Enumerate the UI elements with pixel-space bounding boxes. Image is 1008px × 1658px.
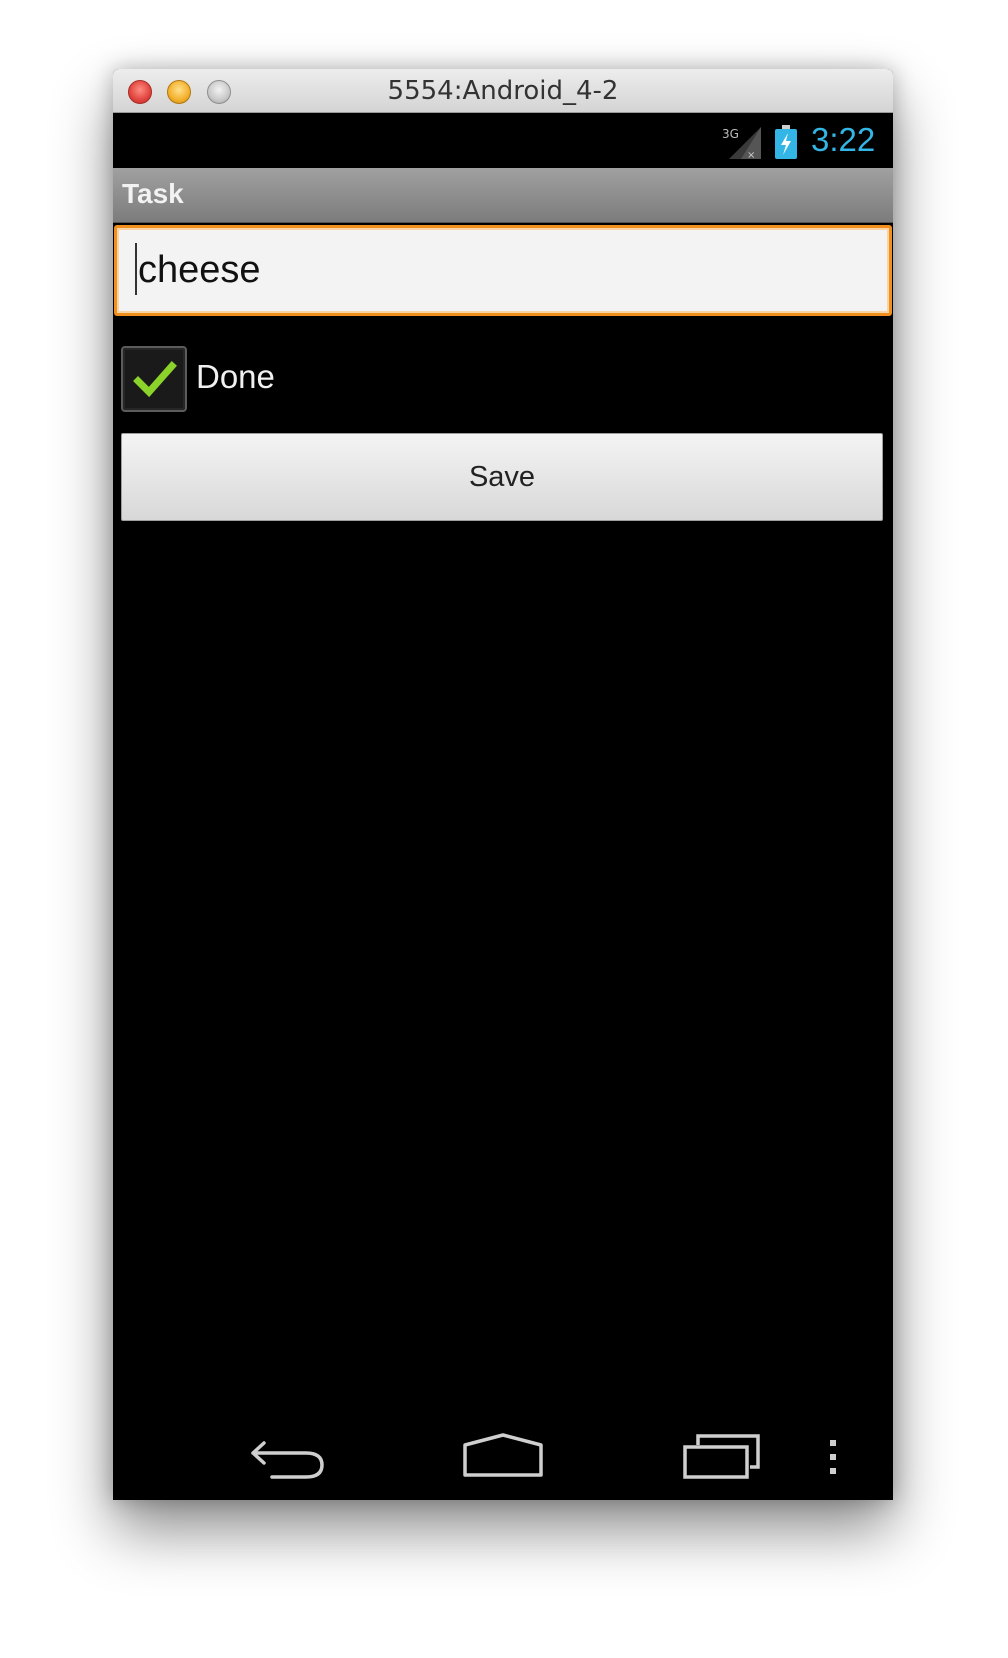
done-checkbox[interactable] [121, 346, 187, 412]
android-status-bar: 3G × 3:22 [113, 113, 893, 168]
window-titlebar[interactable]: 5554:Android_4-2 [113, 69, 893, 113]
checkmark-icon [133, 361, 177, 398]
recent-apps-icon [683, 1434, 760, 1479]
home-button[interactable] [448, 1415, 558, 1500]
overflow-menu-button[interactable] [803, 1415, 863, 1500]
status-clock: 3:22 [811, 121, 876, 158]
back-icon [251, 1441, 324, 1479]
overflow-menu-icon [830, 1440, 836, 1474]
emulator-window: 5554:Android_4-2 3G × 3:22 Task cheese D… [113, 69, 893, 1500]
recent-apps-button[interactable] [666, 1415, 776, 1500]
battery-charging-icon [775, 125, 797, 159]
action-bar-title: Task [122, 178, 184, 209]
action-bar: Task [113, 168, 893, 223]
network-type-label: 3G [722, 127, 739, 141]
svg-text:×: × [747, 150, 755, 161]
text-cursor [135, 243, 137, 295]
task-name-input[interactable] [114, 225, 892, 316]
back-button[interactable] [233, 1415, 343, 1500]
home-icon [463, 1433, 543, 1477]
mobile-signal-icon: 3G × [722, 127, 761, 161]
done-checkbox-label: Done [196, 358, 275, 395]
android-navigation-bar [113, 1415, 893, 1500]
screen: 5554:Android_4-2 3G × 3:22 Task cheese D… [0, 0, 1008, 1658]
window-title: 5554:Android_4-2 [387, 76, 619, 106]
done-checkbox-row[interactable]: Done [121, 346, 421, 414]
save-button[interactable]: Save [121, 433, 883, 521]
